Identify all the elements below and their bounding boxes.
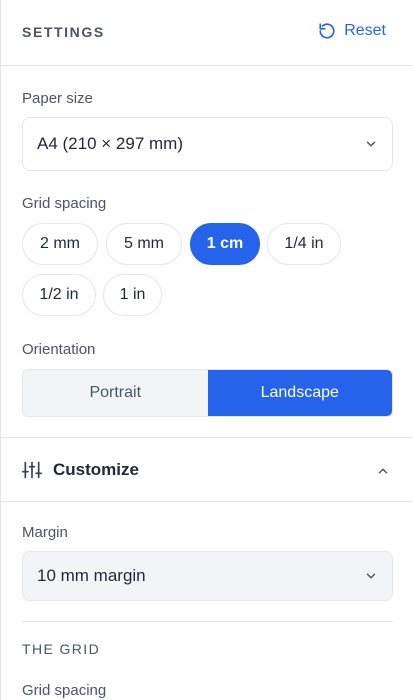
sliders-icon: [22, 461, 42, 479]
grid-spacing-option-half-in[interactable]: 1/2 in: [22, 274, 96, 316]
settings-panel: SETTINGS Reset Paper size A4 (210 × 297 …: [0, 0, 413, 700]
rotate-ccw-icon: [319, 23, 335, 39]
grid-spacing-option-2mm[interactable]: 2 mm: [22, 223, 98, 265]
reset-label: Reset: [344, 22, 386, 39]
orientation-landscape-button[interactable]: Landscape: [207, 370, 392, 416]
orientation-toggle: Portrait Landscape: [22, 369, 393, 417]
chevron-down-icon: [366, 141, 376, 147]
grid-spacing-option-1cm[interactable]: 1 cm: [190, 223, 260, 265]
customize-title: Customize: [53, 460, 139, 479]
margin-value: 10 mm margin: [37, 566, 146, 585]
grid-spacing-option-5mm[interactable]: 5 mm: [106, 223, 182, 265]
settings-header: SETTINGS Reset: [1, 0, 413, 66]
grid-spacing-sub-label: Grid spacing: [22, 682, 107, 699]
the-grid-heading: THE GRID: [22, 641, 101, 657]
reset-button[interactable]: Reset: [318, 22, 386, 40]
paper-size-label: Paper size: [22, 90, 93, 107]
grid-spacing-option-1in[interactable]: 1 in: [103, 274, 162, 316]
orientation-portrait-button[interactable]: Portrait: [23, 370, 208, 416]
paper-size-select[interactable]: A4 (210 × 297 mm): [22, 117, 393, 171]
section-divider: [22, 621, 393, 622]
customize-section-header[interactable]: Customize: [1, 437, 413, 502]
chevron-up-icon: [378, 468, 388, 474]
chevron-down-icon: [366, 573, 376, 579]
grid-spacing-option-quarter-in[interactable]: 1/4 in: [267, 223, 341, 265]
grid-spacing-label: Grid spacing: [22, 195, 107, 212]
orientation-label: Orientation: [22, 341, 96, 358]
paper-size-value: A4 (210 × 297 mm): [37, 134, 183, 153]
margin-label: Margin: [22, 524, 68, 541]
settings-title: SETTINGS: [22, 24, 105, 40]
margin-select[interactable]: 10 mm margin: [22, 551, 393, 601]
